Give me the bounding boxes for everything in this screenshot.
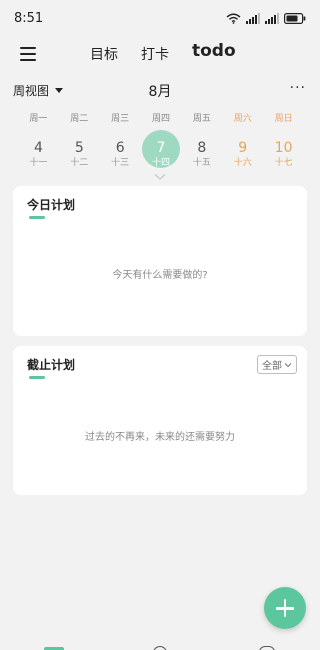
weekday-row: 周一 周二 周三 周四 周五 周六 周日 (18, 111, 304, 124)
tab-todo[interactable]: todo (192, 41, 236, 61)
date-number: 9 (238, 140, 248, 156)
filter-dropdown[interactable]: 全部 (257, 355, 297, 374)
lunar-date: 十五 (192, 158, 211, 168)
empty-state-text: 今天有什么需要做的? (112, 270, 208, 281)
add-task-button[interactable] (264, 587, 306, 629)
weekday-label: 周五 (192, 114, 211, 124)
bottom-tab-bar (0, 644, 320, 650)
deadline-plan-card: 截止计划 全部 过去的不再来，未来的还需要努力 (13, 346, 307, 495)
empty-state-text: 过去的不再来，未来的还需要努力 (85, 432, 235, 443)
today-plan-card: 今日计划 今天有什么需要做的? (13, 186, 307, 336)
weekday-label: 周三 (111, 114, 130, 124)
status-icons (226, 12, 306, 24)
date-number: 4 (33, 140, 43, 156)
date-number: 7 (156, 140, 166, 156)
lunar-date: 十三 (111, 158, 130, 168)
chevron-down-icon[interactable] (154, 173, 166, 181)
status-bar: 8:51 (0, 0, 320, 36)
hamburger-menu-icon[interactable] (20, 47, 36, 61)
tab-goals[interactable]: 目标 (90, 44, 118, 64)
title-underline (29, 376, 45, 379)
lunar-date: 十六 (233, 158, 252, 168)
signal-icon (246, 12, 260, 24)
wifi-icon (226, 13, 241, 24)
tab-checkin[interactable]: 打卡 (141, 44, 169, 64)
date-cell[interactable]: 5 十二 (59, 130, 100, 176)
top-nav: 目标 打卡 todo (0, 38, 320, 72)
month-label: 8月 (148, 84, 172, 100)
chevron-down-icon (284, 362, 292, 367)
calendar-header: 周视图 8月 ··· (0, 80, 320, 102)
lunar-date: 十四 (152, 158, 171, 168)
week-dates: 4 十一 5 十二 6 十三 7 十四 8 十五 9 十六 10 十七 (18, 130, 304, 176)
weekday-label: 周日 (274, 114, 293, 124)
date-number: 10 (274, 140, 293, 156)
clock-icon[interactable] (151, 644, 171, 650)
date-cell[interactable]: 6 十三 (100, 130, 141, 176)
date-cell[interactable]: 10 十七 (263, 130, 304, 176)
weekday-label: 周四 (152, 114, 171, 124)
lunar-date: 十一 (29, 158, 48, 168)
date-cell[interactable]: 9 十六 (222, 130, 263, 176)
date-cell[interactable]: 8 十五 (181, 130, 222, 176)
title-underline (29, 216, 45, 219)
more-icon[interactable]: ··· (290, 80, 306, 96)
signal-icon (265, 12, 279, 24)
battery-icon (284, 12, 306, 24)
lunar-date: 十七 (274, 158, 293, 168)
profile-icon[interactable] (258, 644, 278, 650)
weekday-label: 周一 (29, 114, 48, 124)
date-cell[interactable]: 4 十一 (18, 130, 59, 176)
weekday-label: 周二 (70, 114, 89, 124)
filter-label: 全部 (262, 361, 282, 372)
card-title: 截止计划 (27, 358, 76, 372)
date-number: 8 (197, 140, 207, 156)
lunar-date: 十二 (70, 158, 89, 168)
status-time: 8:51 (14, 10, 44, 26)
date-number: 5 (74, 140, 84, 156)
card-title: 今日计划 (27, 198, 76, 212)
weekday-label: 周六 (233, 114, 252, 124)
date-cell-selected[interactable]: 7 十四 (141, 130, 182, 176)
date-number: 6 (115, 140, 125, 156)
